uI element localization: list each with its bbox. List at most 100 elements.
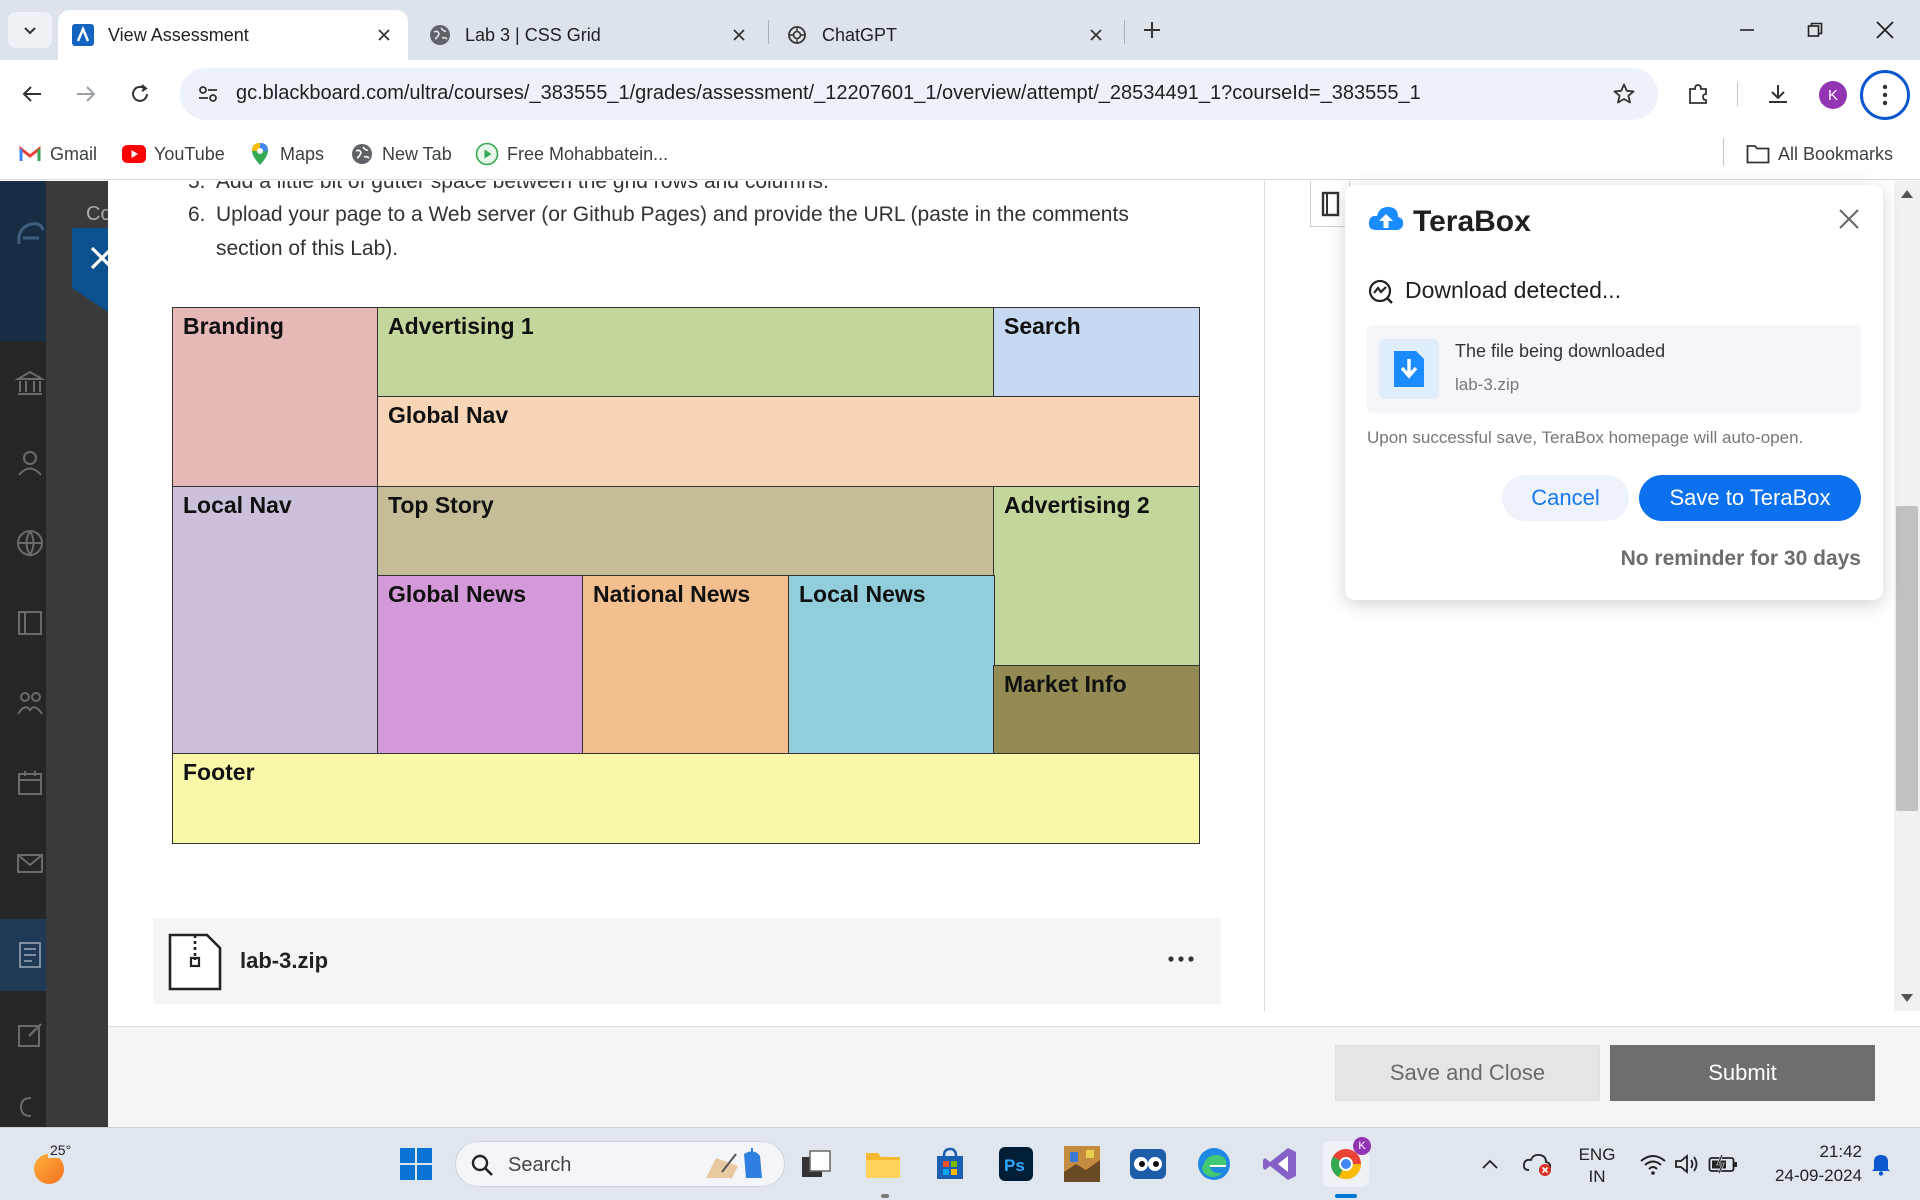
visual-studio-icon[interactable] bbox=[1257, 1141, 1303, 1187]
site-settings-icon[interactable] bbox=[194, 80, 222, 108]
chrome-icon[interactable]: K bbox=[1323, 1137, 1371, 1187]
back-button[interactable] bbox=[12, 74, 52, 114]
page-scrollbar[interactable] bbox=[1894, 181, 1920, 1011]
forward-button[interactable] bbox=[66, 74, 106, 114]
clock-time: 21:42 bbox=[1819, 1142, 1862, 1161]
content-divider bbox=[1264, 181, 1265, 1011]
wifi-icon[interactable] bbox=[1638, 1144, 1668, 1184]
tab-view-assessment[interactable]: View Assessment bbox=[58, 10, 408, 60]
organizations-icon[interactable] bbox=[12, 685, 48, 721]
close-window-button[interactable] bbox=[1860, 10, 1910, 50]
search-highlight-icon bbox=[702, 1148, 772, 1182]
close-tab-icon[interactable] bbox=[374, 25, 394, 45]
tab-search-button[interactable] bbox=[8, 12, 52, 48]
bookmark-label: YouTube bbox=[154, 143, 225, 164]
scroll-up-icon[interactable] bbox=[1900, 187, 1914, 201]
messages-icon[interactable] bbox=[12, 845, 48, 881]
show-hidden-icons-button[interactable] bbox=[1478, 1144, 1502, 1184]
save-to-terabox-button[interactable]: Save to TeraBox bbox=[1639, 475, 1861, 521]
microsoft-store-icon[interactable] bbox=[927, 1141, 973, 1187]
globe-icon[interactable] bbox=[12, 525, 48, 561]
scroll-down-icon[interactable] bbox=[1900, 991, 1914, 1005]
running-indicator bbox=[881, 1194, 889, 1198]
zip-file-icon bbox=[167, 932, 223, 992]
task-view-icon[interactable] bbox=[793, 1141, 839, 1187]
bookmark-label: New Tab bbox=[382, 143, 452, 164]
downloads-button[interactable] bbox=[1758, 74, 1798, 114]
language-indicator[interactable]: ENG IN bbox=[1572, 1144, 1622, 1188]
battery-icon[interactable] bbox=[1706, 1144, 1740, 1184]
eyes-app-icon[interactable] bbox=[1125, 1141, 1171, 1187]
bookmark-label: Gmail bbox=[50, 143, 98, 164]
close-tab-icon[interactable] bbox=[1086, 25, 1106, 45]
minimize-icon bbox=[1740, 29, 1754, 31]
windows-start-icon[interactable] bbox=[393, 1141, 439, 1187]
profile-icon[interactable] bbox=[12, 445, 48, 481]
grid-cell-search: Search bbox=[993, 307, 1200, 398]
bookmark-label: Free Mohabbatein... bbox=[507, 143, 669, 164]
submit-button[interactable]: Submit bbox=[1610, 1045, 1875, 1101]
bookmarks-bar: Gmail YouTube Maps New Tab Free Mohabbat… bbox=[0, 128, 1920, 180]
new-tab-button[interactable] bbox=[1134, 14, 1170, 46]
calendar-icon[interactable] bbox=[12, 765, 48, 801]
attachment-row[interactable]: lab-3.zip bbox=[153, 918, 1221, 1004]
file-name: lab-3.zip bbox=[1455, 375, 1520, 394]
globe-icon bbox=[429, 24, 451, 46]
reload-icon bbox=[132, 84, 148, 102]
rubric-panel-icon[interactable] bbox=[1310, 181, 1350, 227]
address-bar[interactable]: gc.blackboard.com/ultra/courses/_383555_… bbox=[180, 68, 1658, 120]
weather-widget[interactable]: 25° bbox=[30, 1142, 80, 1188]
close-tab-icon[interactable] bbox=[729, 25, 749, 45]
tab-lab3-css-grid[interactable]: Lab 3 | CSS Grid bbox=[415, 10, 763, 60]
sidebar-overlay bbox=[46, 181, 108, 1127]
clock-date: 24-09-2024 bbox=[1775, 1166, 1862, 1185]
url-text[interactable]: gc.blackboard.com/ultra/courses/_383555_… bbox=[236, 82, 1421, 105]
bookmark-free-mohabbatein[interactable]: Free Mohabbatein... bbox=[475, 138, 668, 170]
bookmark-youtube[interactable]: YouTube bbox=[122, 138, 225, 170]
grid-cell-market-info: Market Info bbox=[993, 665, 1200, 755]
assessment-content: 5. Add a little bit of gutter space betwe… bbox=[108, 181, 1264, 1011]
extensions-button[interactable] bbox=[1678, 74, 1718, 114]
bookmark-new-tab[interactable]: New Tab bbox=[350, 138, 452, 170]
more-options-icon[interactable] bbox=[1161, 944, 1201, 974]
cancel-button[interactable]: Cancel bbox=[1502, 475, 1629, 521]
game-icon[interactable] bbox=[1059, 1141, 1105, 1187]
course-sidebar: Co bbox=[0, 181, 112, 1127]
grid-cell-national-news: National News bbox=[582, 575, 790, 755]
grades-icon[interactable] bbox=[12, 937, 48, 973]
restore-button[interactable] bbox=[1790, 10, 1840, 50]
scrollbar-thumb[interactable] bbox=[1896, 506, 1918, 811]
edge-icon[interactable] bbox=[1191, 1141, 1237, 1187]
institution-icon[interactable] bbox=[12, 365, 48, 401]
tab-chatgpt[interactable]: ChatGPT bbox=[772, 10, 1120, 60]
bookmark-maps[interactable]: Maps bbox=[248, 138, 324, 170]
taskbar-search-box[interactable]: Search bbox=[455, 1141, 785, 1187]
profile-avatar[interactable]: K bbox=[1819, 81, 1847, 109]
attachment-file-name[interactable]: lab-3.zip bbox=[240, 948, 328, 974]
no-reminder-link[interactable]: No reminder for 30 days bbox=[1621, 547, 1861, 571]
terabox-logo-icon bbox=[1367, 203, 1405, 235]
reload-button[interactable] bbox=[120, 74, 160, 114]
notification-bell-icon[interactable] bbox=[1866, 1144, 1896, 1184]
toolbar-divider bbox=[1737, 82, 1738, 106]
auto-open-note: Upon successful save, TeraBox homepage w… bbox=[1367, 428, 1804, 447]
minimize-button[interactable] bbox=[1722, 10, 1772, 50]
close-icon[interactable] bbox=[1835, 205, 1863, 233]
tab-separator bbox=[1124, 20, 1125, 44]
clock[interactable]: 21:42 24-09-2024 bbox=[1752, 1140, 1862, 1188]
chevron-down-icon bbox=[24, 27, 36, 35]
download-detected-icon bbox=[1367, 278, 1395, 306]
onedrive-error-icon[interactable] bbox=[1520, 1144, 1556, 1184]
file-explorer-icon[interactable] bbox=[860, 1141, 906, 1187]
photoshop-icon[interactable]: Ps bbox=[993, 1141, 1039, 1187]
save-and-close-button[interactable]: Save and Close bbox=[1335, 1045, 1600, 1101]
edit-icon[interactable] bbox=[12, 1017, 48, 1053]
terabox-brand: TeraBox bbox=[1413, 205, 1531, 238]
bookmark-gmail[interactable]: Gmail bbox=[18, 138, 97, 170]
courses-icon[interactable] bbox=[12, 605, 48, 641]
chrome-menu-button[interactable] bbox=[1860, 70, 1910, 120]
sign-out-icon[interactable] bbox=[12, 1089, 48, 1125]
all-bookmarks-button[interactable]: All Bookmarks bbox=[1746, 138, 1893, 170]
bookmark-star-icon[interactable] bbox=[1610, 80, 1638, 108]
volume-icon[interactable] bbox=[1672, 1144, 1702, 1184]
